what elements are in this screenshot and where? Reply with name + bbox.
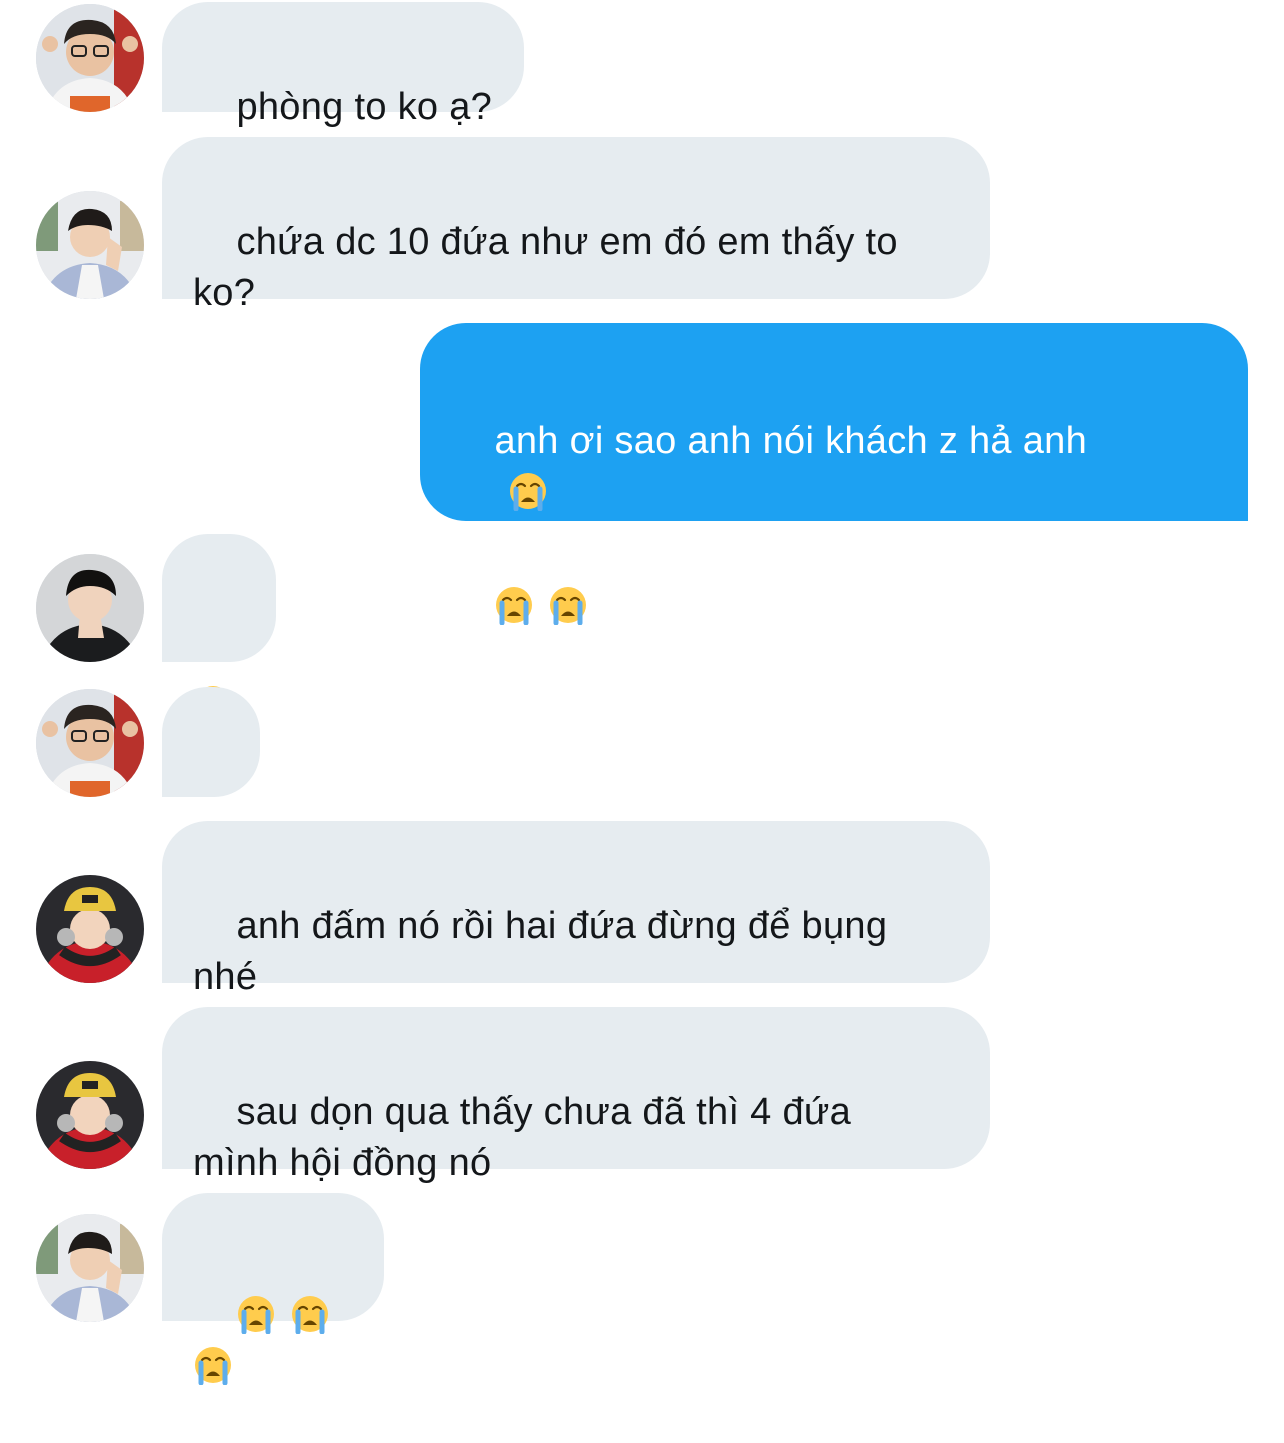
message-row: phòng to ko ạ? [0, 0, 1284, 128]
loudly-crying-face-emoji-icon [236, 1294, 276, 1334]
avatar[interactable] [36, 689, 144, 797]
message-row: chứa dc 10 đứa như em đó em thấy to ko? [0, 137, 1284, 314]
message-bubble[interactable] [162, 1193, 384, 1321]
message-text: phòng to ko ạ? [236, 86, 493, 128]
loudly-crying-face-emoji-icon [508, 471, 548, 511]
glasses-boy-avatar-icon [36, 4, 144, 112]
message-bubble[interactable]: anh ơi sao anh nói khách z hả anh [420, 323, 1248, 521]
message-row: sau dọn qua thấy chưa đã thì 4 đứa mình … [0, 1007, 1284, 1184]
avatar[interactable] [36, 191, 144, 299]
boy-yellow-cap-avatar-icon [36, 875, 144, 983]
avatar[interactable] [36, 1214, 144, 1322]
message-bubble[interactable]: chứa dc 10 đứa như em đó em thấy to ko? [162, 137, 990, 314]
loudly-crying-face-emoji-icon [193, 1345, 233, 1385]
avatar[interactable] [36, 1061, 144, 1169]
message-bubble[interactable]: sau dọn qua thấy chưa đã thì 4 đứa mình … [162, 1007, 990, 1184]
message-text: anh ơi sao anh nói khách z hả anh [494, 420, 1088, 462]
message-text: anh đấm nó rồi hai đứa đừng để bụng nhé [193, 905, 888, 998]
boy-hand-on-face-avatar-icon [36, 1214, 144, 1322]
avatar[interactable] [36, 4, 144, 112]
message-text: chứa dc 10 đứa như em đó em thấy to ko? [193, 221, 898, 314]
glasses-boy-avatar-icon [36, 689, 144, 797]
avatar[interactable] [36, 875, 144, 983]
boy-yellow-cap-avatar-icon [36, 1061, 144, 1169]
message-row: anh đấm nó rồi hai đứa đừng để bụng nhé [0, 821, 1284, 998]
message-row [0, 1193, 1284, 1323]
avatar[interactable] [36, 554, 144, 662]
boy-dark-jacket-avatar-icon [36, 554, 144, 662]
message-row [0, 534, 1284, 662]
loudly-crying-face-emoji-icon [290, 1294, 330, 1334]
message-bubble[interactable] [162, 534, 276, 662]
message-bubble[interactable]: anh đấm nó rồi hai đứa đừng để bụng nhé [162, 821, 990, 998]
message-bubble[interactable]: ... [162, 687, 260, 864]
boy-hand-on-face-avatar-icon [36, 191, 144, 299]
message-row: ... [0, 687, 1284, 864]
message-text: sau dọn qua thấy chưa đã thì 4 đứa mình … [193, 1091, 852, 1184]
message-bubble[interactable]: phòng to ko ạ? [162, 2, 525, 128]
message-row: anh ơi sao anh nói khách z hả anh [0, 323, 1284, 521]
